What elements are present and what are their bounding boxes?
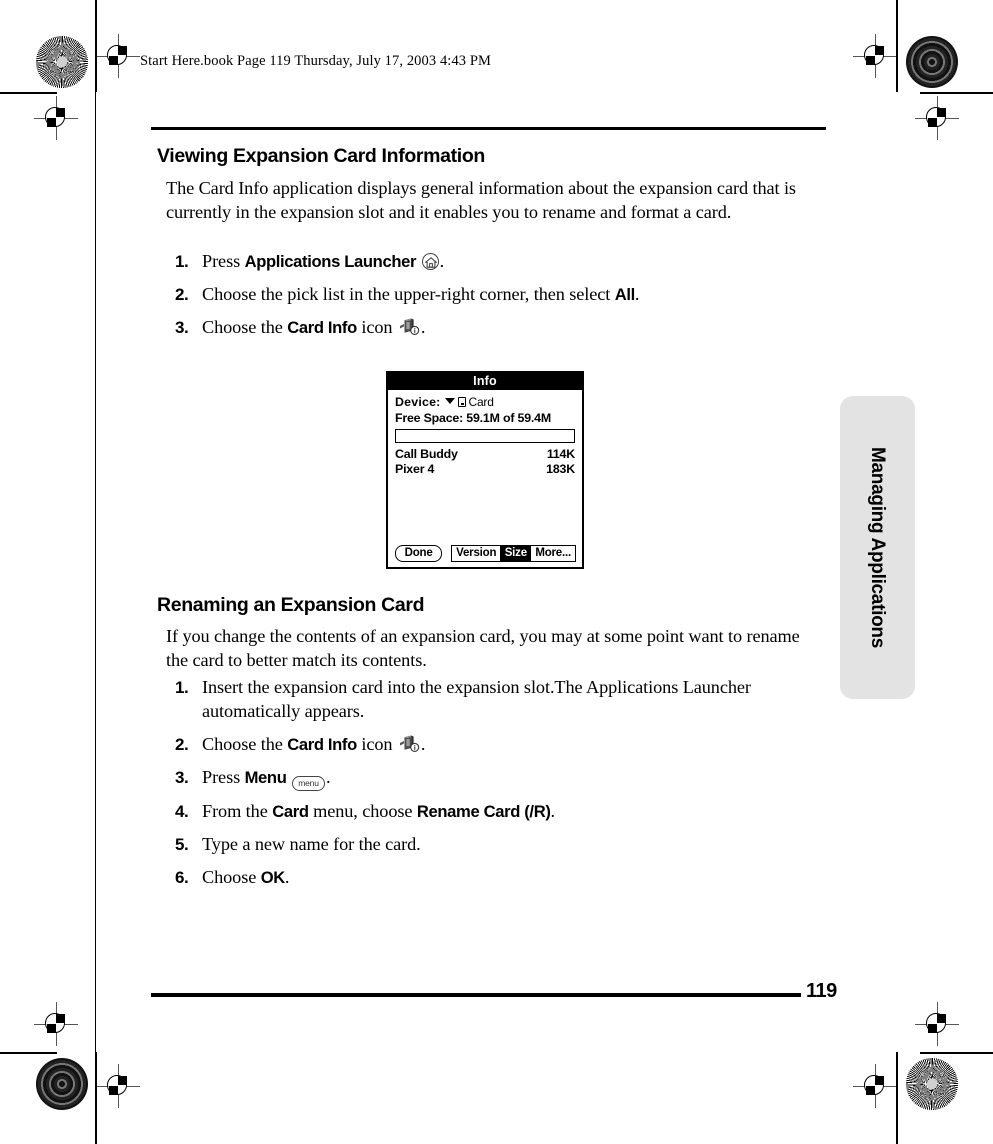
- app-name: Pixer 4: [395, 462, 435, 476]
- list-item[interactable]: Call Buddy 114K: [395, 447, 575, 462]
- step-number: 2.: [175, 285, 189, 304]
- app-name: Call Buddy: [395, 447, 458, 461]
- list-item: 1. Insert the expansion card into the exp…: [166, 676, 826, 723]
- step-text: From the: [202, 801, 273, 821]
- size-button[interactable]: Size: [499, 545, 532, 562]
- list-item: 2. Choose the pick list in the upper-righ…: [166, 283, 826, 307]
- step-number: 1.: [175, 678, 189, 697]
- ui-term: Menu: [244, 767, 287, 787]
- app-size: 183K: [546, 462, 575, 476]
- step-text-tail: .: [550, 801, 556, 821]
- list-item: 1. Press Applications Launcher .: [166, 250, 826, 274]
- ui-term: All: [614, 285, 636, 304]
- page-content: Viewing Expansion Card Information The C…: [0, 0, 993, 1144]
- more-button[interactable]: More...: [530, 545, 576, 562]
- pda-titlebar: Info: [388, 373, 582, 390]
- pda-free-space-row: Free Space: 59.1M of 59.4M: [395, 411, 551, 425]
- chapter-thumb-tab: Managing Applications: [840, 396, 915, 699]
- menu-button-icon: menu: [292, 775, 325, 791]
- step-text-tail: .: [439, 251, 445, 271]
- list-item: 6. Choose OK.: [166, 866, 826, 890]
- pda-button-bar: Done Version Size More...: [395, 545, 576, 562]
- step-text-tail: .: [420, 733, 426, 754]
- version-button[interactable]: Version: [451, 545, 502, 562]
- step-text-tail: .: [284, 867, 290, 887]
- step-text-mid: icon: [356, 733, 397, 754]
- ui-term: Card Info: [287, 318, 357, 337]
- step-text: Insert the expansion card into the expan…: [202, 677, 751, 721]
- list-item: 4. From the Card menu, choose Rename Card…: [166, 800, 826, 824]
- page-number: 119: [806, 980, 837, 1002]
- pda-device-label: Device:: [395, 395, 441, 409]
- step-text: Choose the: [202, 317, 288, 337]
- ui-term-menu: Card: [272, 802, 309, 821]
- pda-app-list: Call Buddy 114K Pixer 4 183K: [395, 447, 575, 477]
- pda-storage-gauge: [395, 429, 575, 443]
- step-text: Press: [202, 766, 245, 787]
- footer-rule: [151, 993, 801, 997]
- step-text-tail: .: [420, 317, 426, 337]
- pda-device-row: Device: Card: [395, 394, 575, 410]
- ui-term: Applications Launcher: [244, 252, 417, 271]
- step-text: Choose the: [202, 733, 288, 754]
- view-mode-segmented-control: Version Size More...: [451, 545, 576, 562]
- step-text-tail: .: [326, 766, 331, 787]
- list-item: 3. Choose the Card Info icon .: [166, 316, 826, 340]
- step-number: 5.: [175, 835, 189, 854]
- card-chip-icon: [458, 397, 467, 407]
- done-button[interactable]: Done: [395, 545, 443, 562]
- ui-term-command: Rename Card (/R): [416, 802, 551, 821]
- step-number: 2.: [175, 734, 189, 754]
- section-rule-top: [151, 127, 826, 130]
- chevron-down-icon[interactable]: [445, 398, 456, 404]
- card-info-icon: [398, 734, 420, 753]
- step-text-mid: menu, choose: [308, 801, 417, 821]
- ui-term: Card Info: [287, 734, 357, 754]
- section-intro-paragraph-2: If you change the contents of an expansi…: [166, 626, 800, 671]
- list-item: 5. Type a new name for the card.: [166, 833, 826, 857]
- step-number: 1.: [175, 252, 189, 271]
- pda-info-screenshot: Info Device: Card Free Space: 59.1M of 59…: [386, 371, 584, 569]
- pda-device-value[interactable]: Card: [468, 395, 493, 409]
- card-info-icon: [398, 317, 420, 336]
- step-text: Choose the pick list in the upper-right …: [202, 284, 615, 304]
- ui-term: OK: [260, 868, 286, 887]
- step-number: 3.: [175, 318, 189, 337]
- section-intro-paragraph-1: The Card Info application displays gener…: [166, 178, 796, 223]
- section-heading-viewing-expansion-card-information: Viewing Expansion Card Information: [157, 145, 485, 167]
- steps-list-viewing-card-info: 1. Press Applications Launcher . 2. Choose…: [166, 250, 826, 349]
- list-item: 3. Press Menu menu.: [166, 766, 826, 791]
- section-heading-renaming-an-expansion-card: Renaming an Expansion Card: [157, 594, 425, 616]
- step-number: 3.: [175, 767, 189, 787]
- step-text: Type a new name for the card.: [202, 834, 421, 854]
- chapter-thumb-tab-label: Managing Applications: [867, 447, 889, 648]
- home-button-icon: [421, 253, 439, 270]
- list-item[interactable]: Pixer 4 183K: [395, 462, 575, 477]
- step-text: Choose: [202, 867, 261, 887]
- step-number: 6.: [175, 868, 189, 887]
- step-text-tail: .: [634, 284, 640, 304]
- list-item: 2. Choose the Card Info icon .: [166, 733, 826, 757]
- app-size: 114K: [546, 447, 575, 461]
- step-number: 4.: [175, 802, 189, 821]
- pda-body: Device: Card Free Space: 59.1M of 59.4M C…: [388, 390, 582, 477]
- step-text-mid: icon: [356, 317, 397, 337]
- steps-list-renaming-card: 1. Insert the expansion card into the exp…: [166, 676, 826, 899]
- step-text: Press: [202, 251, 245, 271]
